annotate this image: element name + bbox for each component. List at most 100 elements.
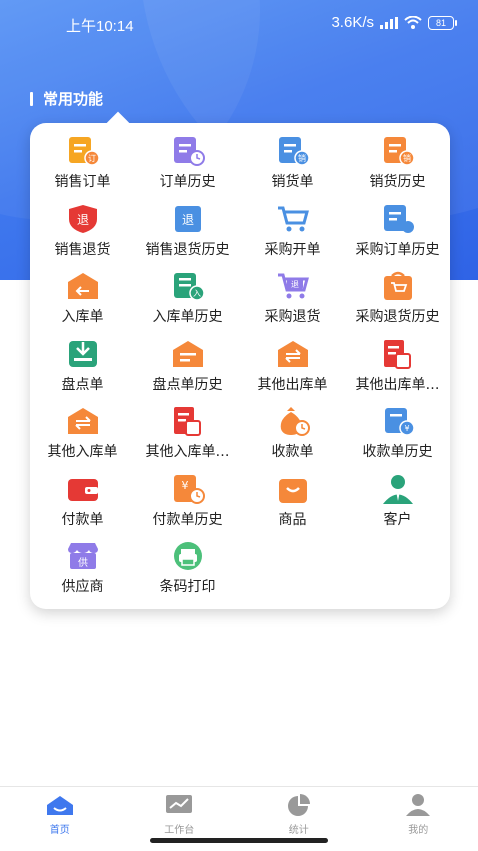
order-history-icon	[170, 135, 206, 167]
function-item[interactable]: 采购开单	[240, 203, 345, 267]
status-time: 上午10:14	[66, 15, 134, 36]
function-item-label: 供应商	[30, 576, 135, 596]
sales-return-icon: 退	[65, 203, 101, 235]
purchase-order-history-icon	[380, 203, 416, 235]
function-item[interactable]: 采购订单历史	[345, 203, 450, 267]
other-in-history-icon	[170, 405, 206, 437]
function-item[interactable]: ¥收款单历史	[345, 405, 450, 469]
function-panel: 订销售订单订单历史销销货单销销货历史退销售退货退销售退货历史采购开单采购订单历史…	[30, 123, 450, 609]
function-item-label: 销货历史	[345, 171, 450, 191]
function-item[interactable]: 其他出库单…	[345, 338, 450, 402]
sales-history-icon: 销	[380, 135, 416, 167]
function-item-label: 销售退货	[30, 239, 135, 259]
tab-stats-label: 统计	[289, 825, 309, 836]
function-item[interactable]: 客户	[345, 473, 450, 537]
section-title-bar	[30, 92, 33, 106]
other-out-history-icon	[380, 338, 416, 370]
status-bar: 上午10:14 3.6K/s 81	[0, 0, 478, 50]
function-item-label: 客户	[345, 509, 450, 529]
function-item[interactable]: 订单历史	[135, 135, 240, 199]
sales-slip-icon: 销	[275, 135, 311, 167]
function-item-label: 销售订单	[30, 171, 135, 191]
tab-home-label: 首页	[50, 825, 70, 836]
money-bag-icon	[275, 405, 311, 437]
function-item-label: 收款单	[240, 441, 345, 461]
function-item[interactable]: 付款单	[30, 473, 135, 537]
function-item-label: 付款单	[30, 509, 135, 529]
supplier-store-icon: 供	[65, 540, 101, 572]
svg-text:供: 供	[78, 556, 88, 569]
payment-history-icon: ¥	[170, 473, 206, 505]
function-item-label: 条码打印	[135, 576, 240, 596]
function-item-label: 其他入库单…	[135, 441, 240, 461]
tab-home[interactable]: 首页	[0, 787, 120, 851]
tab-profile-label: 我的	[408, 825, 428, 836]
function-item[interactable]: 其他入库单	[30, 405, 135, 469]
section-title: 常用功能	[30, 88, 103, 109]
purchase-return-cart-icon: 退	[275, 270, 311, 302]
stocktake-icon	[65, 338, 101, 370]
function-item[interactable]: ¥付款单历史	[135, 473, 240, 537]
net-speed: 3.6K/s	[331, 14, 374, 31]
function-item-label: 商品	[240, 509, 345, 529]
warehouse-in-icon	[65, 270, 101, 302]
function-item-label: 订单历史	[135, 171, 240, 191]
svg-text:¥: ¥	[404, 424, 409, 433]
function-item[interactable]: 退销售退货历史	[135, 203, 240, 267]
function-item[interactable]: 入入库单历史	[135, 270, 240, 334]
tab-profile[interactable]: 我的	[359, 787, 478, 851]
function-item-label: 入库单历史	[135, 306, 240, 326]
function-item-label: 盘点单	[30, 374, 135, 394]
function-item[interactable]: 收款单	[240, 405, 345, 469]
function-item-label: 采购退货	[240, 306, 345, 326]
home-indicator	[150, 838, 328, 843]
sales-return-history-icon: 退	[170, 203, 206, 235]
customer-icon	[380, 473, 416, 505]
signal-icon	[380, 17, 398, 29]
svg-text:退: 退	[291, 280, 299, 289]
function-item-label: 其他出库单	[240, 374, 345, 394]
svg-text:订: 订	[88, 153, 96, 163]
sales-order-icon: 订	[65, 135, 101, 167]
battery-icon: 81	[428, 16, 454, 30]
svg-text:退: 退	[181, 213, 193, 227]
function-item[interactable]: 其他入库单…	[135, 405, 240, 469]
function-item[interactable]: 退采购退货	[240, 270, 345, 334]
function-item[interactable]: 订销售订单	[30, 135, 135, 199]
status-indicators: 3.6K/s 81	[331, 14, 454, 31]
function-item-label: 其他入库单	[30, 441, 135, 461]
function-item-label: 入库单	[30, 306, 135, 326]
function-item-label: 采购开单	[240, 239, 345, 259]
tab-workbench-label: 工作台	[164, 825, 194, 836]
other-out-icon	[275, 338, 311, 370]
function-item[interactable]: 采购退货历史	[345, 270, 450, 334]
function-item[interactable]: 销销货历史	[345, 135, 450, 199]
svg-text:销: 销	[403, 153, 411, 163]
function-item[interactable]: 其他出库单	[240, 338, 345, 402]
function-item[interactable]: 盘点单历史	[135, 338, 240, 402]
section-title-text: 常用功能	[43, 88, 103, 109]
receipt-history-icon: ¥	[380, 405, 416, 437]
function-item[interactable]: 入库单	[30, 270, 135, 334]
function-item-label: 采购订单历史	[345, 239, 450, 259]
stocktake-history-icon	[170, 338, 206, 370]
barcode-printer-icon	[170, 540, 206, 572]
workbench-icon	[164, 793, 194, 817]
function-item[interactable]: 条码打印	[135, 540, 240, 604]
function-item-label: 盘点单历史	[135, 374, 240, 394]
function-item[interactable]: 销销货单	[240, 135, 345, 199]
wallet-icon	[65, 473, 101, 505]
svg-text:¥: ¥	[181, 479, 188, 492]
function-item-label: 销售退货历史	[135, 239, 240, 259]
purchase-cart-icon	[275, 203, 311, 235]
svg-text:入: 入	[193, 289, 201, 298]
profile-icon	[403, 793, 433, 817]
function-item-label: 其他出库单…	[345, 374, 450, 394]
function-item[interactable]: 退销售退货	[30, 203, 135, 267]
svg-text:退: 退	[76, 213, 88, 227]
function-item[interactable]: 盘点单	[30, 338, 135, 402]
function-item[interactable]: 供供应商	[30, 540, 135, 604]
function-item[interactable]: 商品	[240, 473, 345, 537]
svg-text:销: 销	[298, 153, 306, 163]
function-item-label: 采购退货历史	[345, 306, 450, 326]
